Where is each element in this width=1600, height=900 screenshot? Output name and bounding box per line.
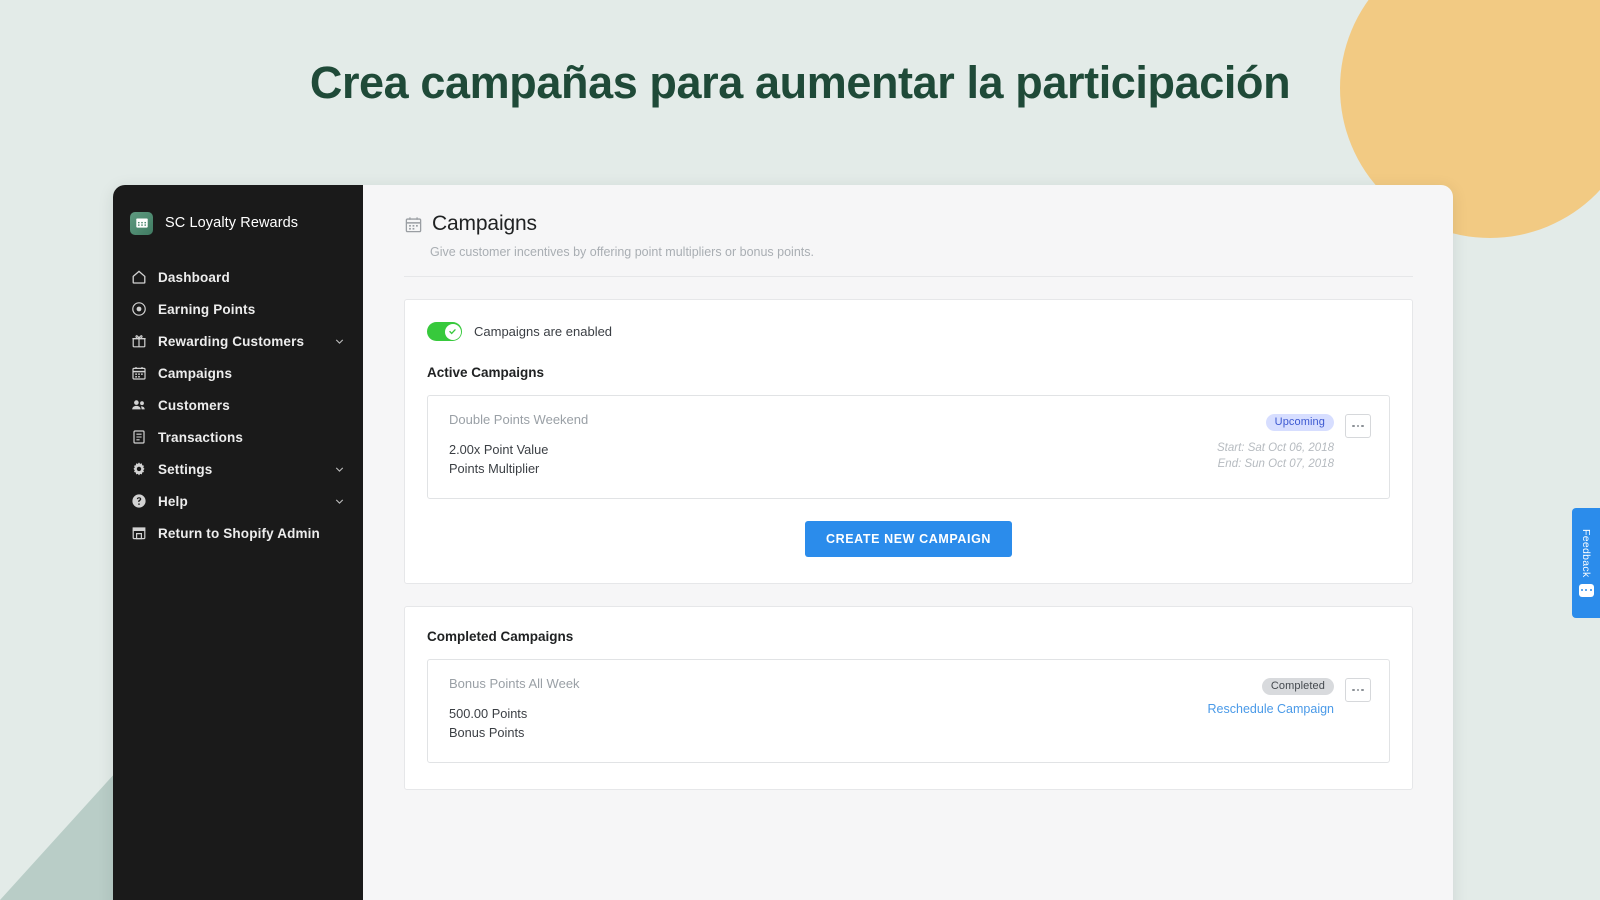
page-headline: Crea campañas para aumentar la participa…	[309, 57, 1291, 108]
campaigns-enabled-row: Campaigns are enabled	[427, 322, 1390, 341]
sidebar-item-label: Help	[158, 493, 188, 509]
app-main: Campaigns Give customer incentives by of…	[363, 185, 1453, 900]
completed-campaigns-title: Completed Campaigns	[427, 629, 574, 644]
completed-campaigns-card: Completed Campaigns Bonus Points All Wee…	[404, 606, 1413, 790]
active-campaigns-title: Active Campaigns	[427, 365, 545, 380]
sidebar-item-dashboard[interactable]: Dashboard	[113, 261, 363, 293]
decorative-corner-triangle	[0, 772, 116, 900]
sidebar-item-label: Rewarding Customers	[158, 333, 305, 349]
target-icon	[130, 301, 147, 318]
sidebar-item-label: Transactions	[158, 429, 244, 445]
campaign-status-area: Completed Reschedule Campaign	[1208, 676, 1371, 742]
campaign-end-date: End: Sun Oct 07, 2018	[1217, 458, 1334, 470]
gear-icon	[130, 461, 147, 478]
campaign-name: Double Points Weekend	[449, 412, 589, 427]
store-icon	[130, 525, 147, 542]
sidebar-item-label: Customers	[158, 397, 230, 413]
calendar-icon	[404, 215, 423, 234]
sidebar-item-label: Campaigns	[158, 365, 233, 381]
campaign-details: Double Points Weekend 2.00x Point Value …	[449, 412, 1217, 478]
campaigns-enabled-label: Campaigns are enabled	[474, 324, 613, 339]
campaign-dates: Start: Sat Oct 06, 2018 End: Sun Oct 07,…	[1217, 440, 1334, 472]
sidebar-item-earning-points[interactable]: Earning Points	[113, 293, 363, 325]
ellipsis-icon	[1356, 424, 1360, 428]
campaign-details: Bonus Points All Week 500.00 Points Bonu…	[449, 676, 1208, 742]
page-title-row: Campaigns	[404, 212, 1413, 236]
ellipsis-icon	[1361, 424, 1364, 428]
create-new-campaign-button[interactable]: CREATE NEW CAMPAIGN	[804, 521, 1013, 557]
campaign-actions-button[interactable]	[1345, 414, 1371, 438]
page-title: Campaigns	[432, 212, 537, 235]
reschedule-campaign-link[interactable]: Reschedule Campaign	[1208, 702, 1334, 716]
campaign-value: 2.00x Point Value	[449, 442, 549, 457]
campaign-name: Bonus Points All Week	[449, 676, 580, 691]
chevron-down-icon[interactable]	[333, 335, 346, 348]
help-icon	[130, 493, 147, 510]
campaign-status-area: Upcoming Start: Sat Oct 06, 2018 End: Su…	[1217, 412, 1371, 478]
chevron-down-icon[interactable]	[333, 463, 346, 476]
campaign-row-completed[interactable]: Bonus Points All Week 500.00 Points Bonu…	[427, 659, 1390, 763]
status-badge: Upcoming	[1265, 414, 1334, 431]
sidebar-item-label: Return to Shopify Admin	[158, 525, 320, 541]
ellipsis-icon	[1352, 424, 1355, 428]
calendar-icon	[130, 211, 153, 235]
sidebar-item-return-to-shopify-admin[interactable]: Return to Shopify Admin	[113, 517, 363, 549]
gift-icon	[130, 333, 147, 350]
sidebar-item-customers[interactable]: Customers	[113, 389, 363, 421]
page-header: Campaigns Give customer incentives by of…	[363, 185, 1453, 259]
campaigns-enabled-toggle[interactable]	[427, 322, 462, 341]
campaign-start-date: Start: Sat Oct 06, 2018	[1217, 442, 1334, 454]
ellipsis-icon	[1356, 688, 1360, 692]
feedback-label: Feedback	[1580, 529, 1592, 578]
chat-icon	[1578, 583, 1594, 597]
active-campaigns-card: Campaigns are enabled Active Campaigns D…	[404, 299, 1413, 584]
header-divider	[404, 276, 1413, 277]
sidebar-item-transactions[interactable]: Transactions	[113, 421, 363, 453]
campaign-meta: Upcoming Start: Sat Oct 06, 2018 End: Su…	[1217, 412, 1334, 472]
feedback-tab[interactable]: Feedback	[1572, 508, 1600, 618]
toggle-knob	[444, 323, 461, 340]
sidebar-item-help[interactable]: Help	[113, 485, 363, 517]
home-icon	[130, 269, 147, 286]
campaign-value: 500.00 Points	[449, 706, 528, 721]
people-icon	[130, 397, 147, 414]
ellipsis-icon	[1352, 688, 1355, 692]
campaign-type: Bonus Points	[449, 725, 525, 740]
sidebar-nav: Dashboard Earning Points Rewarding Custo…	[113, 261, 363, 549]
brand-name: SC Loyalty Rewards	[165, 215, 299, 231]
ellipsis-icon	[1361, 688, 1364, 692]
create-campaign-row: CREATE NEW CAMPAIGN	[427, 521, 1390, 557]
sidebar-item-rewarding-customers[interactable]: Rewarding Customers	[113, 325, 363, 357]
sidebar: SC Loyalty Rewards Dashboard Earning Poi…	[113, 185, 363, 900]
page-subtitle: Give customer incentives by offering poi…	[430, 245, 814, 259]
campaign-type: Points Multiplier	[449, 461, 540, 476]
brand: SC Loyalty Rewards	[113, 197, 363, 241]
app-window: SC Loyalty Rewards Dashboard Earning Poi…	[113, 185, 1453, 900]
chevron-down-icon[interactable]	[333, 495, 346, 508]
calendar-icon	[130, 365, 147, 382]
campaign-meta: Completed Reschedule Campaign	[1208, 676, 1334, 716]
sidebar-item-label: Settings	[158, 461, 213, 477]
sidebar-item-label: Dashboard	[158, 269, 230, 285]
list-icon	[130, 429, 147, 446]
campaign-row-active[interactable]: Double Points Weekend 2.00x Point Value …	[427, 395, 1390, 499]
campaign-actions-button[interactable]	[1345, 678, 1371, 702]
sidebar-item-campaigns[interactable]: Campaigns	[113, 357, 363, 389]
sidebar-item-settings[interactable]: Settings	[113, 453, 363, 485]
status-badge: Completed	[1261, 678, 1334, 695]
sidebar-item-label: Earning Points	[158, 301, 256, 317]
